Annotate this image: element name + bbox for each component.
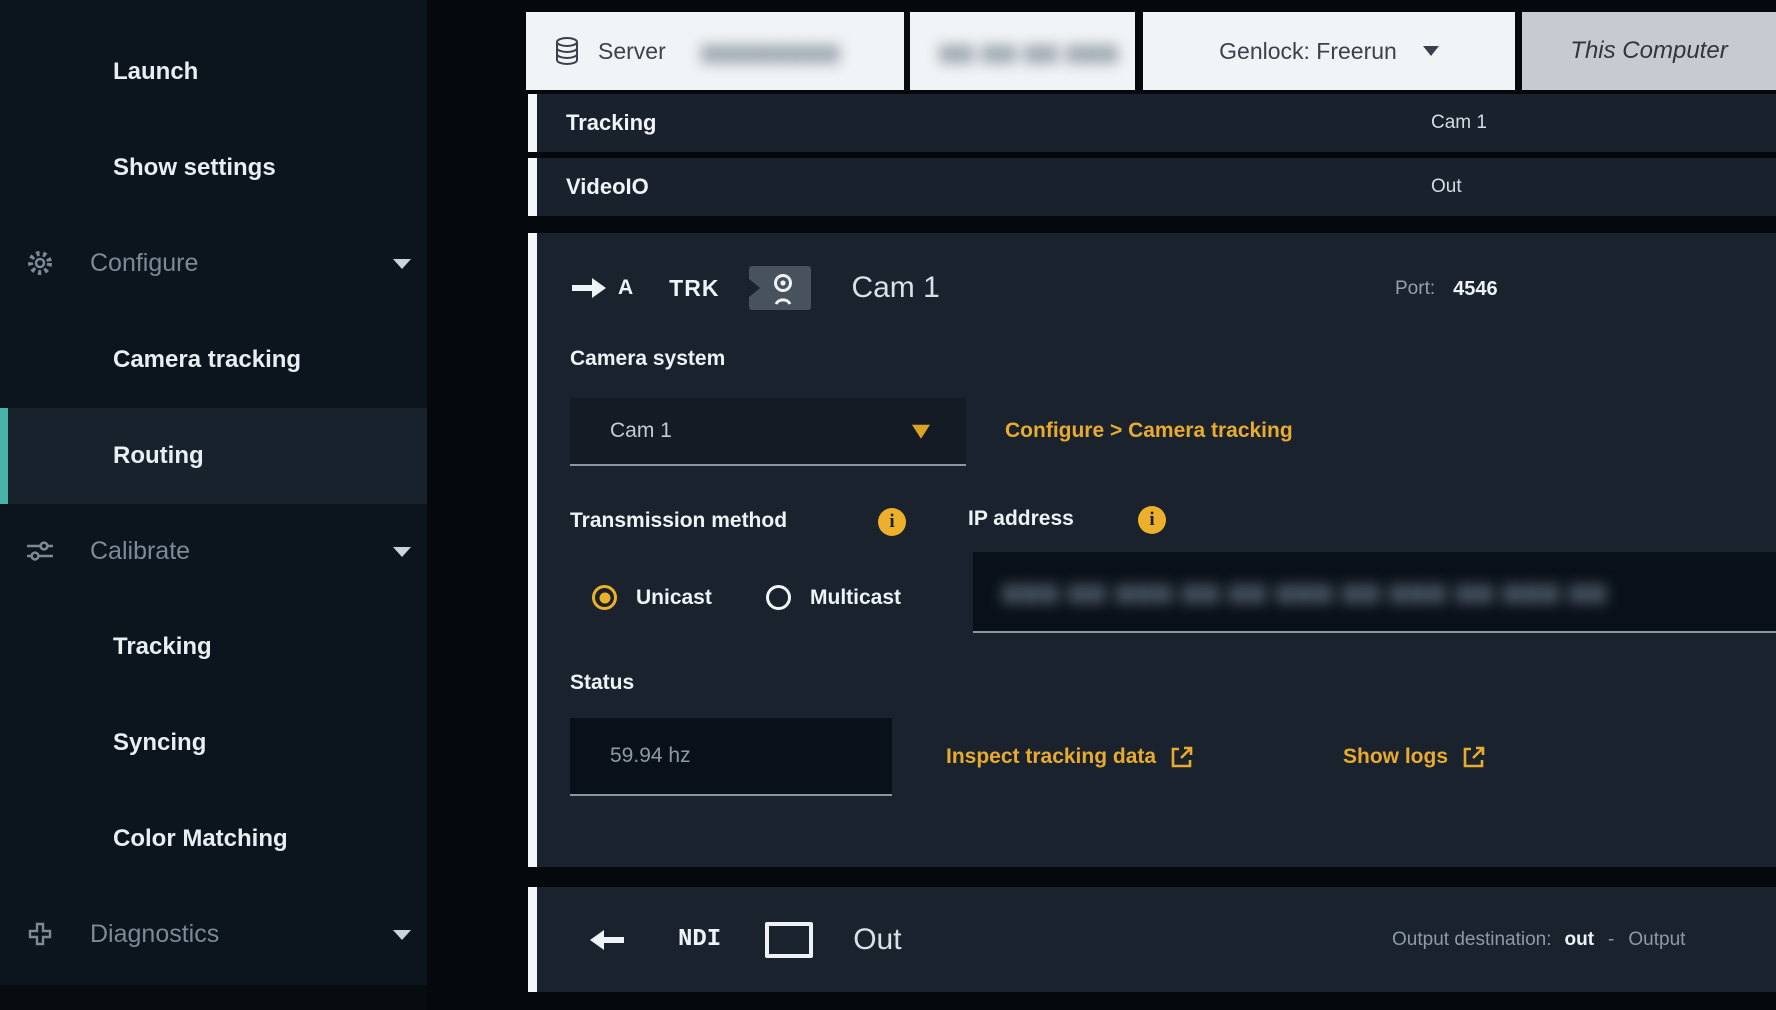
route-name: Tracking xyxy=(566,110,656,136)
port-readout: Port: 4546 xyxy=(1395,277,1498,301)
external-link-icon xyxy=(1169,744,1195,770)
output-destination-value: out xyxy=(1565,929,1595,951)
server-name-redacted: ▆▆▆▆▆▆▆▆ xyxy=(702,39,841,64)
route-value: Cam 1 xyxy=(1431,112,1487,134)
radio-label: Unicast xyxy=(636,586,712,610)
info-icon[interactable]: i xyxy=(878,508,906,536)
sidebar-item-label: Syncing xyxy=(0,729,206,757)
camera-system-value: Cam 1 xyxy=(610,419,672,443)
sidebar-item-label: Launch xyxy=(0,58,198,86)
info-glyph: i xyxy=(1149,509,1154,531)
health-icon xyxy=(22,921,58,947)
genlock-dropdown[interactable]: Genlock: Freerun xyxy=(1143,12,1515,90)
radio-unicast[interactable]: Unicast xyxy=(592,585,712,610)
sidebar-item-label: Camera tracking xyxy=(0,346,301,374)
chevron-down-icon[interactable] xyxy=(393,547,411,557)
route-row-videoio[interactable]: VideoIO Out xyxy=(528,158,1776,216)
sliders-icon xyxy=(22,538,58,564)
sidebar-group-diagnostics[interactable]: Diagnostics xyxy=(0,886,427,982)
tracking-panel-header: A TRK Cam 1 xyxy=(537,251,1776,325)
sidebar-item-show-settings[interactable]: Show settings xyxy=(0,120,427,216)
radio-unselected-icon[interactable] xyxy=(766,585,791,610)
camera-system-label: Camera system xyxy=(570,347,725,371)
chevron-down-icon[interactable] xyxy=(393,930,411,940)
info-icon[interactable]: i xyxy=(1138,506,1166,534)
route-name: VideoIO xyxy=(566,174,649,200)
route-type-badge: TRK xyxy=(669,275,719,302)
status-label: Status xyxy=(570,671,634,695)
gear-icon xyxy=(22,248,58,278)
genlock-label: Genlock: Freerun xyxy=(1219,38,1397,65)
external-link-icon xyxy=(1461,744,1487,770)
server-tab[interactable]: Server ▆▆▆▆▆▆▆▆ ▆▆.▆▆.▆▆.▆▆▆ xyxy=(526,12,1135,90)
ip-address-field[interactable]: ▆▆▆.▆▆ ▆▆▆.▆▆.▆▆ ▆▆▆.▆▆.▆▆▆ ▆▆.▆▆▆.▆▆ xyxy=(973,552,1776,633)
radio-label: Multicast xyxy=(810,586,901,610)
output-destination-suffix: Output xyxy=(1628,929,1685,951)
port-label: Port: xyxy=(1395,278,1435,300)
arrow-left-icon xyxy=(588,928,626,952)
radio-selected-icon[interactable] xyxy=(592,585,617,610)
this-computer-label: This Computer xyxy=(1570,37,1727,65)
inspect-tracking-data-link[interactable]: Inspect tracking data xyxy=(946,744,1195,770)
output-destination-separator: - xyxy=(1608,929,1614,951)
camera-system-select[interactable]: Cam 1 xyxy=(570,398,966,466)
ip-address-redacted: ▆▆▆.▆▆ ▆▆▆.▆▆.▆▆ ▆▆▆.▆▆.▆▆▆ ▆▆.▆▆▆.▆▆ xyxy=(973,579,1608,604)
ndi-route-panel: NDI Out Output destination: out - Output xyxy=(528,887,1776,992)
sidebar-item-launch[interactable]: Launch xyxy=(0,24,427,120)
tab-this-computer[interactable]: This Computer xyxy=(1522,12,1776,90)
ip-address-label: IP address xyxy=(968,507,1074,531)
sidebar-item-camera-tracking[interactable]: Camera tracking xyxy=(0,312,427,408)
route-title: Cam 1 xyxy=(851,271,939,305)
input-channel-letter: A xyxy=(618,276,633,300)
sidebar-footer-strip xyxy=(0,985,427,1010)
sidebar: Launch Show settings Configure Camera tr… xyxy=(0,0,427,1010)
sidebar-item-label: Color Matching xyxy=(0,825,288,853)
inspect-link-label: Inspect tracking data xyxy=(946,745,1156,769)
server-label: Server xyxy=(598,38,666,65)
sidebar-group-configure[interactable]: Configure xyxy=(0,215,427,311)
output-destination-label: Output destination: xyxy=(1392,929,1552,951)
info-glyph: i xyxy=(889,511,894,533)
output-destination-readout: Output destination: out - Output xyxy=(1392,887,1685,992)
configure-camera-tracking-link[interactable]: Configure > Camera tracking xyxy=(1005,419,1293,443)
arrow-right-icon xyxy=(570,276,608,300)
camera-icon xyxy=(749,266,811,310)
show-logs-link[interactable]: Show logs xyxy=(1343,744,1487,770)
server-ip-redacted: ▆▆.▆▆.▆▆.▆▆▆ xyxy=(940,39,1119,64)
tracking-route-panel: A TRK Cam 1 Port: 4546 Camera system Cam… xyxy=(528,233,1776,867)
sidebar-item-tracking[interactable]: Tracking xyxy=(0,599,427,695)
route-title: Out xyxy=(853,923,901,957)
transmission-method-label: Transmission method xyxy=(570,509,787,533)
route-type-badge: NDI xyxy=(678,926,721,953)
database-icon xyxy=(554,36,580,66)
route-value: Out xyxy=(1431,176,1462,198)
topbar-divider xyxy=(904,12,910,90)
route-row-tracking[interactable]: Tracking Cam 1 xyxy=(528,94,1776,152)
sidebar-item-routing[interactable]: Routing xyxy=(0,408,427,504)
chevron-down-icon xyxy=(1423,46,1439,56)
app-window: Launch Show settings Configure Camera tr… xyxy=(0,0,1776,1010)
chevron-down-icon[interactable] xyxy=(393,259,411,269)
dropdown-arrow-icon xyxy=(912,425,930,439)
selected-indicator-bar xyxy=(0,408,8,504)
configure-link-label: Configure > Camera tracking xyxy=(1005,419,1293,443)
sidebar-item-label: Show settings xyxy=(0,154,276,182)
show-logs-label: Show logs xyxy=(1343,745,1448,769)
port-value: 4546 xyxy=(1453,278,1498,301)
sidebar-item-label: Tracking xyxy=(0,633,212,661)
sidebar-item-syncing[interactable]: Syncing xyxy=(0,695,427,791)
output-monitor-icon xyxy=(765,922,813,958)
tracking-links-row: Inspect tracking data Show logs xyxy=(537,731,1776,783)
sidebar-item-label: Routing xyxy=(0,442,204,470)
radio-multicast[interactable]: Multicast xyxy=(766,585,901,610)
sidebar-item-color-matching[interactable]: Color Matching xyxy=(0,791,427,887)
sidebar-group-calibrate[interactable]: Calibrate xyxy=(0,503,427,599)
